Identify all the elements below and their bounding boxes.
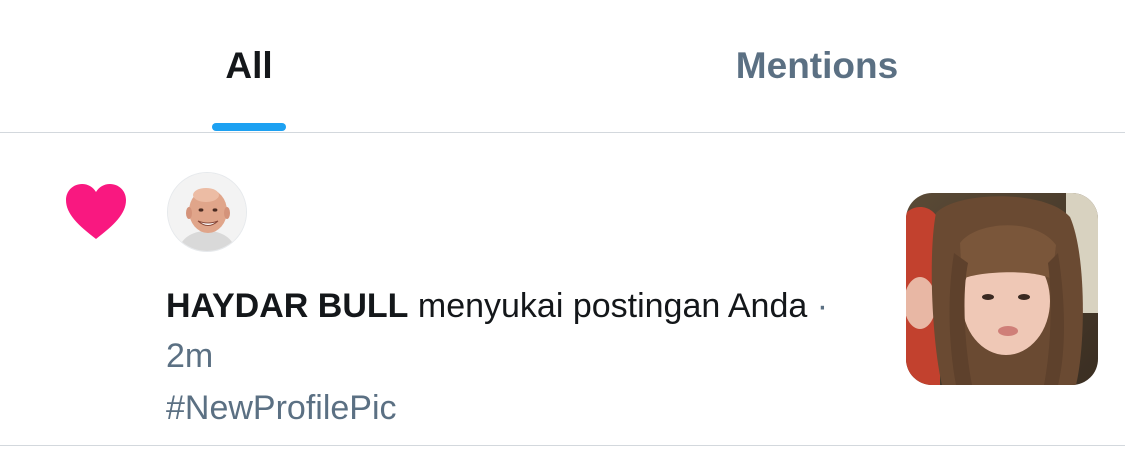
tab-mentions-label: Mentions [735, 45, 899, 86]
tab-mentions[interactable]: Mentions [562, 0, 1124, 132]
tab-all[interactable]: All [0, 0, 562, 132]
notification-item[interactable]: HAYDAR BULL menyukai postingan Anda · 2m… [0, 133, 1125, 446]
post-thumbnail[interactable] [906, 193, 1098, 385]
notification-hashtag: #NewProfilePic [166, 389, 397, 427]
notification-text: HAYDAR BULL menyukai postingan Anda · 2m [166, 281, 856, 381]
heart-icon [66, 184, 126, 239]
notification-user-name[interactable]: HAYDAR BULL [166, 287, 408, 325]
active-tab-indicator [212, 123, 286, 131]
avatar-image [168, 173, 246, 251]
notification-tabs: All Mentions [0, 0, 1125, 133]
notification-time: 2m [166, 337, 214, 375]
post-thumbnail-image [906, 193, 1098, 385]
avatar[interactable] [168, 173, 246, 251]
notification-separator: · [807, 287, 829, 325]
notification-action-text: menyukai postingan Anda [408, 287, 808, 325]
tab-all-label: All [225, 45, 273, 86]
